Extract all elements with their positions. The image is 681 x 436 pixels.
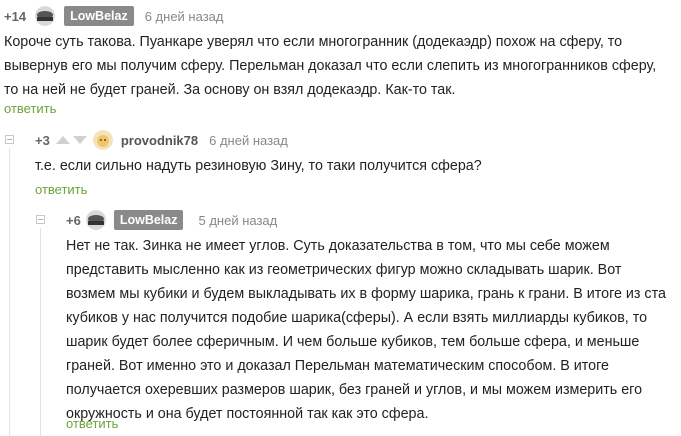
comment-time[interactable]: 5 дней назад bbox=[198, 213, 277, 228]
comment-header: +14 LowBelaz 6 дней назад bbox=[4, 4, 223, 28]
comment-score: +6 bbox=[66, 212, 81, 228]
comment-header: +3 provodnik78 6 дней назад bbox=[35, 128, 288, 152]
comment-author[interactable]: provodnik78 bbox=[121, 133, 198, 148]
reply-link[interactable]: ответить bbox=[66, 416, 118, 431]
avatar[interactable] bbox=[35, 6, 56, 26]
collapse-thread-button[interactable] bbox=[36, 215, 45, 224]
comment-author[interactable]: LowBelaz bbox=[113, 210, 184, 230]
avatar[interactable] bbox=[85, 210, 106, 230]
collapse-thread-button[interactable] bbox=[5, 135, 14, 144]
thread-line[interactable] bbox=[9, 148, 10, 436]
comment-text: Нет не так. Зинка не имеет углов. Суть д… bbox=[66, 238, 666, 422]
downvote-icon[interactable] bbox=[72, 136, 87, 144]
reply-link[interactable]: ответить bbox=[4, 101, 56, 116]
comment-time[interactable]: 6 дней назад bbox=[145, 9, 224, 24]
comment-text: Короче суть такова. Пуанкаре уверял что … bbox=[4, 34, 657, 98]
thread-line[interactable] bbox=[40, 228, 41, 436]
comment-header: +6 LowBelaz 5 дней назад bbox=[66, 208, 277, 232]
upvote-icon[interactable] bbox=[55, 136, 70, 144]
comment-text: т.е. если сильно надуть резиновую Зину, … bbox=[35, 158, 482, 174]
comment-author[interactable]: LowBelaz bbox=[64, 6, 134, 26]
comment-time[interactable]: 6 дней назад bbox=[209, 133, 288, 148]
reply-link[interactable]: ответить bbox=[35, 182, 87, 197]
avatar[interactable] bbox=[92, 130, 113, 150]
comment-score: +14 bbox=[4, 8, 27, 24]
comment-score: +3 bbox=[35, 132, 50, 148]
